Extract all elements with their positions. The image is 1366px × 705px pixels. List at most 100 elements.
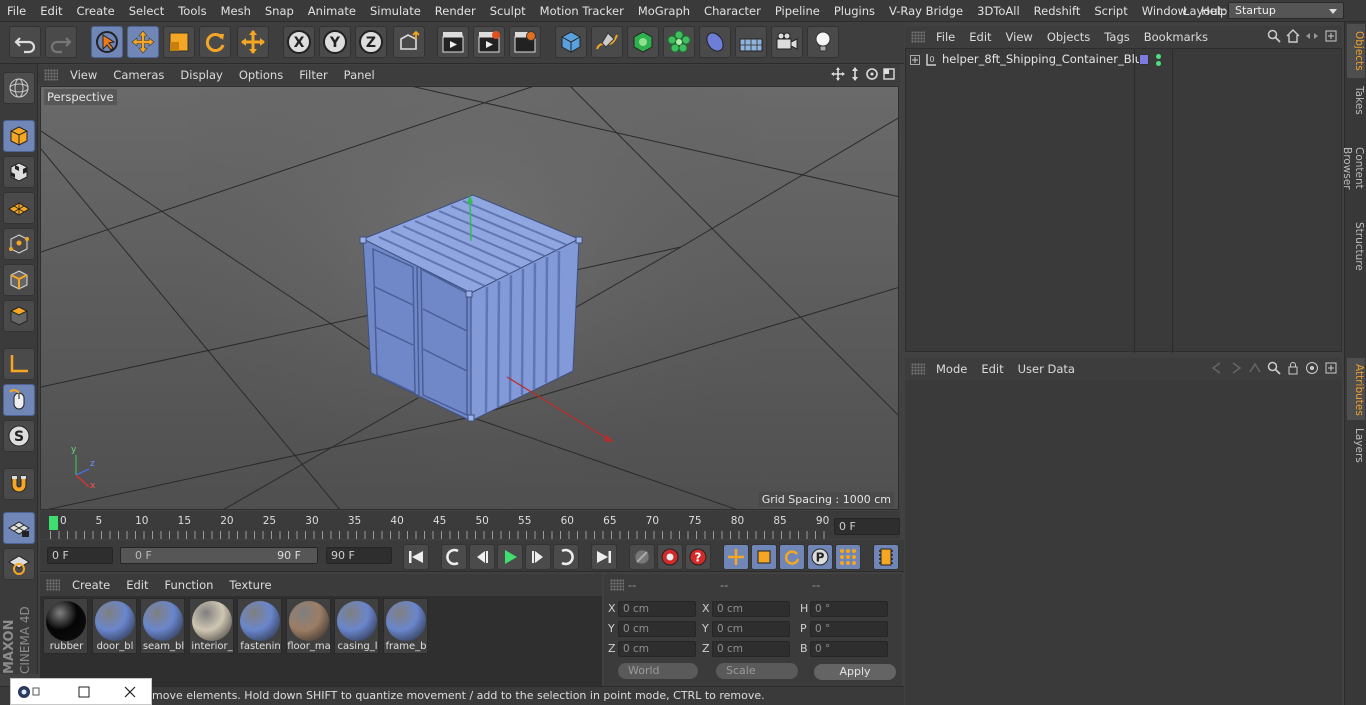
viewport-menu-display[interactable]: Display xyxy=(172,68,230,82)
material-swatch[interactable]: door_bl xyxy=(91,598,137,654)
tab-content-browser[interactable]: Content Browser xyxy=(1341,122,1365,214)
layout-select[interactable]: Startup xyxy=(1228,2,1344,19)
autokeying-button[interactable] xyxy=(657,544,683,570)
menu-animate[interactable]: Animate xyxy=(301,0,363,22)
z-axis-lock-button[interactable]: Z xyxy=(355,26,387,58)
target-icon[interactable] xyxy=(1305,361,1319,375)
up-arrow-icon[interactable] xyxy=(1248,361,1262,375)
key-rotation-button[interactable] xyxy=(779,544,805,570)
render-view-button[interactable] xyxy=(437,26,469,58)
tab-structure[interactable]: Structure xyxy=(1347,216,1365,274)
viewport-menu-panel[interactable]: Panel xyxy=(336,68,383,82)
forward-arrow-icon[interactable] xyxy=(1229,361,1243,375)
position-field[interactable]: 0 cm xyxy=(618,601,696,617)
viewport-menu-filter[interactable]: Filter xyxy=(291,68,335,82)
render-picture-viewer-button[interactable] xyxy=(473,26,505,58)
menu-simulate[interactable]: Simulate xyxy=(363,0,428,22)
locked-workplane-button[interactable] xyxy=(3,548,35,580)
position-field[interactable]: 0 cm xyxy=(618,621,696,637)
key-scale-button[interactable] xyxy=(751,544,777,570)
key-point-level-button[interactable] xyxy=(835,544,861,570)
play-button[interactable] xyxy=(497,544,523,570)
close-icon[interactable] xyxy=(123,685,137,699)
menu-3dtoall[interactable]: 3DToAll xyxy=(970,0,1027,22)
viewport-menu-view[interactable]: View xyxy=(62,68,105,82)
object-menu-file[interactable]: File xyxy=(929,30,962,44)
tab-takes[interactable]: Takes xyxy=(1347,80,1365,120)
material-menu-function[interactable]: Function xyxy=(157,578,222,592)
material-swatch[interactable]: fastenin xyxy=(237,598,282,654)
undo-button[interactable] xyxy=(9,26,41,58)
tab-layers[interactable]: Layers xyxy=(1347,422,1365,464)
end-frame-field[interactable]: 90 F xyxy=(326,547,392,564)
previous-frame-button[interactable] xyxy=(469,544,495,570)
timeline-window-button[interactable] xyxy=(873,544,899,570)
size-field[interactable]: 0 cm xyxy=(712,621,790,637)
search-icon[interactable] xyxy=(1267,361,1281,375)
live-select-button[interactable] xyxy=(91,26,123,58)
workplane-mode-button[interactable] xyxy=(3,192,35,224)
material-swatch[interactable]: seam_bl xyxy=(140,598,185,654)
object-menu-tags[interactable]: Tags xyxy=(1097,30,1136,44)
expand-plus-icon[interactable] xyxy=(910,55,920,65)
points-mode-button[interactable] xyxy=(3,228,35,260)
material-menu-texture[interactable]: Texture xyxy=(221,578,279,592)
record-active-objects-button[interactable] xyxy=(629,544,655,570)
home-icon[interactable] xyxy=(1286,29,1300,43)
next-frame-button[interactable] xyxy=(525,544,551,570)
rotation-field[interactable]: 0 ° xyxy=(810,641,888,657)
add-cube-button[interactable] xyxy=(555,26,587,58)
material-menu-create[interactable]: Create xyxy=(64,578,118,592)
panel-grip[interactable] xyxy=(911,363,925,375)
menu-edit[interactable]: Edit xyxy=(33,0,69,22)
restore-app-icon[interactable] xyxy=(17,685,41,699)
material-swatch[interactable]: rubber xyxy=(43,598,88,654)
material-swatch[interactable]: floor_ma xyxy=(285,598,331,654)
key-parameter-button[interactable]: P xyxy=(807,544,833,570)
size-field[interactable]: 0 cm xyxy=(712,641,790,657)
add-cloner-button[interactable] xyxy=(663,26,695,58)
model-mode-button[interactable] xyxy=(3,120,35,152)
frame-range-slider[interactable]: 0 F 90 F xyxy=(120,547,318,564)
go-to-start-button[interactable] xyxy=(403,544,429,570)
zoom-view-icon[interactable] xyxy=(848,67,862,81)
viewport-menu-options[interactable]: Options xyxy=(231,68,291,82)
panel-grip[interactable] xyxy=(610,579,624,591)
material-swatch[interactable]: casing_l xyxy=(334,598,379,654)
lock-icon[interactable] xyxy=(1286,361,1300,375)
object-menu-edit[interactable]: Edit xyxy=(962,30,998,44)
y-axis-lock-button[interactable]: Y xyxy=(319,26,351,58)
rotation-field[interactable]: 0 ° xyxy=(810,621,888,637)
maximize-view-icon[interactable] xyxy=(882,67,896,81)
rotate-tool-button[interactable] xyxy=(199,26,231,58)
start-frame-field[interactable]: 0 F xyxy=(47,547,113,564)
menu-motion-tracker[interactable]: Motion Tracker xyxy=(533,0,631,22)
attribute-menu-user-data[interactable]: User Data xyxy=(1011,362,1082,376)
menu-create[interactable]: Create xyxy=(70,0,122,22)
back-arrow-icon[interactable] xyxy=(1210,361,1224,375)
panel-grip[interactable] xyxy=(911,31,925,43)
keyframe-selection-button[interactable]: ? xyxy=(685,544,711,570)
menu-mesh[interactable]: Mesh xyxy=(214,0,258,22)
redo-button[interactable] xyxy=(45,26,77,58)
menu-mograph[interactable]: MoGraph xyxy=(631,0,697,22)
menu-snap[interactable]: Snap xyxy=(258,0,301,22)
panel-grip[interactable] xyxy=(44,69,58,81)
layer-color-swatch[interactable] xyxy=(1139,54,1149,65)
tab-attributes[interactable]: Attributes xyxy=(1347,358,1365,420)
add-deformer-button[interactable] xyxy=(699,26,731,58)
viewport-menu-cameras[interactable]: Cameras xyxy=(105,68,172,82)
timeline-ruler[interactable]: 0 5 10 15 20 25 30 35 40 45 50 55 60 65 70 75 80 85 90 0 F xyxy=(40,511,900,539)
previous-key-button[interactable] xyxy=(441,544,467,570)
x-axis-lock-button[interactable]: X xyxy=(283,26,315,58)
object-name[interactable]: helper_8ft_Shipping_Container_Blue xyxy=(942,52,1149,66)
add-spline-button[interactable] xyxy=(591,26,623,58)
editor-visibility-dot[interactable] xyxy=(1156,54,1161,59)
polygons-mode-button[interactable] xyxy=(3,300,35,332)
playhead-marker[interactable] xyxy=(49,516,58,530)
texture-mode-button[interactable] xyxy=(3,156,35,188)
move-tool-button[interactable] xyxy=(127,26,159,58)
key-position-button[interactable] xyxy=(723,544,749,570)
apply-button[interactable]: Apply xyxy=(814,664,896,680)
maximize-icon[interactable] xyxy=(78,686,90,698)
